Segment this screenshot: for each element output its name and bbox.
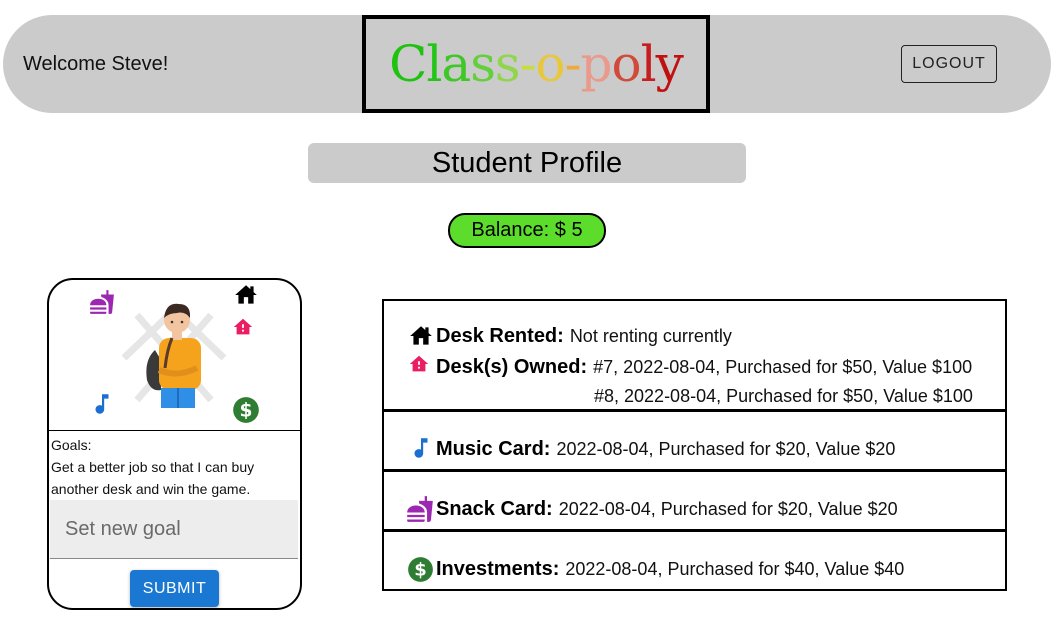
avatar-area: $ <box>49 280 300 431</box>
logo-letter: s <box>494 35 521 93</box>
dollar-circle-icon: $ <box>233 397 259 423</box>
snack-card-label: Snack Card: <box>436 498 553 520</box>
investments-label: Investments: <box>436 558 560 580</box>
logo-letter: y <box>655 35 684 93</box>
music-section: Music Card: 2022-08-04, Purchased for $2… <box>384 412 1005 469</box>
desk-rented-value: Not renting currently <box>569 326 732 346</box>
fastfood-icon <box>90 290 114 314</box>
app-logo: Class-o-poly <box>362 15 710 113</box>
music-card-value: 2022-08-04, Purchased for $20, Value $20 <box>556 439 896 459</box>
house-pink-icon <box>233 318 253 335</box>
page-title: Student Profile <box>308 143 746 183</box>
snack-card-row: Snack Card: 2022-08-04, Purchased for $2… <box>436 498 898 521</box>
desks-owned-label: Desk(s) Owned: <box>436 356 588 378</box>
music-note-icon <box>95 394 109 414</box>
desks-owned-row-2: #8, 2022-08-04, Purchased for $50, Value… <box>594 386 973 407</box>
music-card-row: Music Card: 2022-08-04, Purchased for $2… <box>436 438 895 461</box>
house-icon <box>235 285 257 304</box>
avatar-background <box>121 303 227 408</box>
logo-letter: a <box>441 35 471 93</box>
investments-section: $ Investments: 2022-08-04, Purchased for… <box>384 532 1005 589</box>
student-avatar <box>146 303 201 408</box>
snack-section: Snack Card: 2022-08-04, Purchased for $2… <box>384 472 1005 529</box>
desk-owned-item: #7, 2022-08-04, Purchased for $50, Value… <box>593 357 973 377</box>
svg-text:$: $ <box>240 400 253 421</box>
dollar-circle-icon: $ <box>408 557 433 582</box>
logout-button[interactable]: LOGOUT <box>901 45 997 83</box>
music-card-label: Music Card: <box>436 438 551 460</box>
house-icon <box>410 326 432 345</box>
welcome-text: Welcome Steve! <box>23 53 169 75</box>
logo-letter: C <box>389 35 427 93</box>
logo-letter: o <box>611 35 642 93</box>
assets-panel: Desk Rented: Not renting currently Desk(… <box>382 299 1007 591</box>
investments-row: Investments: 2022-08-04, Purchased for $… <box>436 558 904 581</box>
new-goal-input[interactable] <box>50 500 298 559</box>
logo-letter: p <box>580 35 612 93</box>
logo-text: Class-o-poly <box>389 35 684 93</box>
desk-rented-row: Desk Rented: Not renting currently <box>436 325 732 348</box>
music-note-icon <box>414 438 428 458</box>
logo-letter: o <box>535 35 565 93</box>
investments-value: 2022-08-04, Purchased for $40, Value $40 <box>565 559 905 579</box>
top-header: Welcome Steve! Class-o-poly LOGOUT <box>3 15 1051 113</box>
desks-section: Desk Rented: Not renting currently Desk(… <box>384 301 1005 409</box>
goals-label: Goals: <box>51 437 92 453</box>
logo-letter: l <box>426 35 442 93</box>
logo-letter: l <box>640 35 657 93</box>
desk-owned-item: #8, 2022-08-04, Purchased for $50, Value… <box>594 386 973 406</box>
house-pink-icon <box>409 355 429 372</box>
logo-letter: - <box>519 35 537 93</box>
desk-rented-label: Desk Rented: <box>436 325 564 347</box>
desks-owned-row: Desk(s) Owned: #7, 2022-08-04, Purchased… <box>436 356 972 379</box>
logo-letter: - <box>564 35 582 93</box>
goal-text: Get a better job so that I can buy anoth… <box>51 459 255 497</box>
balance-badge: Balance: $ 5 <box>448 213 606 248</box>
fastfood-icon <box>407 496 433 522</box>
goals-section: Goals: Get a better job so that I can bu… <box>51 434 299 500</box>
profile-card: $ Goals: Get a better job so that I can … <box>47 278 302 610</box>
svg-text:$: $ <box>414 560 427 581</box>
snack-card-value: 2022-08-04, Purchased for $20, Value $20 <box>558 499 898 519</box>
submit-goal-button[interactable]: SUBMIT <box>130 570 219 607</box>
logo-letter: s <box>470 35 496 93</box>
